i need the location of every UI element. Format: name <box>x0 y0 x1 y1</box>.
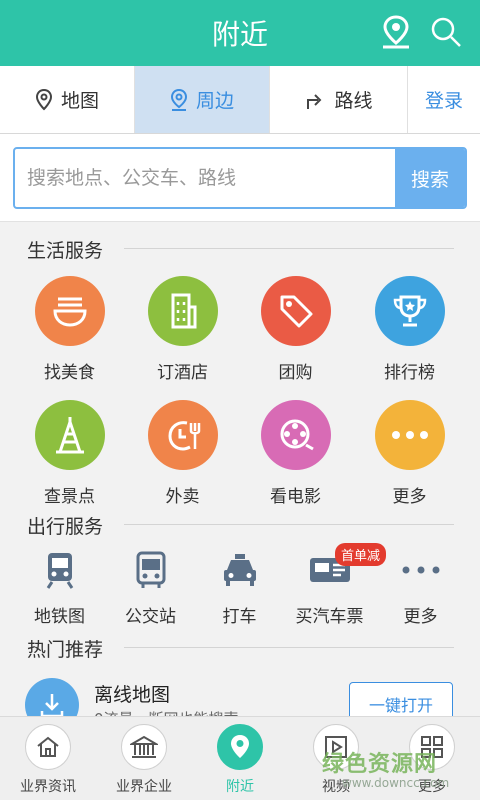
more-dots-icon <box>399 548 443 592</box>
watermark: 绿色资源网 www.downcc.com <box>322 746 472 796</box>
service-groupbuy[interactable]: 团购 <box>239 276 352 383</box>
travel-label: 买汽车票 <box>295 607 364 627</box>
takeout-fork-icon <box>147 400 218 470</box>
subway-icon <box>38 548 82 592</box>
building-icon <box>121 724 167 770</box>
tab-route-label: 路线 <box>334 90 373 112</box>
search-icon[interactable] <box>428 14 464 50</box>
home-icon <box>25 724 71 770</box>
section-divider <box>124 524 454 525</box>
service-label: 查景点 <box>44 487 95 507</box>
tab-nearby-label: 周边 <box>195 90 234 112</box>
travel-more[interactable]: 更多 <box>364 548 477 627</box>
offline-map-item[interactable]: 离线地图 0流量，断网也能搜索 一键打开 <box>0 668 480 720</box>
search-area: 搜索 <box>0 134 480 222</box>
service-movie[interactable]: 看电影 <box>239 400 352 507</box>
app-header: 附近 <box>0 0 480 66</box>
location-pin-icon <box>217 724 263 770</box>
service-scenic[interactable]: 查景点 <box>13 400 126 507</box>
taxi-icon <box>218 548 262 592</box>
service-label: 找美食 <box>44 363 95 383</box>
more-dots-icon <box>374 400 445 470</box>
map-pin-icon <box>35 88 52 110</box>
location-pin-icon[interactable] <box>378 14 414 50</box>
offline-map-title: 离线地图 <box>94 684 171 706</box>
nearby-pin-icon <box>170 88 187 111</box>
nav-label: 业界资讯 <box>20 779 76 795</box>
service-label: 更多 <box>392 487 427 507</box>
life-services-title: 生活服务 <box>27 240 104 262</box>
service-label: 订酒店 <box>157 363 208 383</box>
service-label: 看电影 <box>270 487 321 507</box>
service-label: 排行榜 <box>384 363 435 383</box>
tab-map-label: 地图 <box>60 90 99 112</box>
service-label: 外卖 <box>165 487 200 507</box>
tab-bar: 地图 周边 路线 登录 <box>0 66 480 134</box>
tab-route[interactable]: 路线 <box>270 66 408 133</box>
search-input[interactable] <box>15 149 395 207</box>
section-divider <box>124 248 454 249</box>
bus-icon <box>129 548 173 592</box>
travel-label: 公交站 <box>125 607 176 627</box>
trophy-icon <box>374 276 445 346</box>
service-ranking[interactable]: 排行榜 <box>353 276 466 383</box>
nav-industry-news[interactable]: 业界资讯 <box>0 717 96 800</box>
route-arrow-icon <box>307 93 322 109</box>
travel-label: 地铁图 <box>34 607 85 627</box>
nav-nearby[interactable]: 附近 <box>192 717 288 800</box>
download-map-icon <box>25 678 79 720</box>
service-more[interactable]: 更多 <box>353 400 466 507</box>
page-title: 附近 <box>211 18 268 51</box>
tower-icon <box>34 400 105 470</box>
travel-label: 打车 <box>222 607 257 627</box>
search-box: 搜索 <box>13 147 467 209</box>
service-label: 团购 <box>278 363 313 383</box>
travel-services-title: 出行服务 <box>27 516 104 538</box>
service-food[interactable]: 找美食 <box>13 276 126 383</box>
service-takeout[interactable]: 外卖 <box>126 400 239 507</box>
service-hotel[interactable]: 订酒店 <box>126 276 239 383</box>
travel-label: 更多 <box>403 607 438 627</box>
nav-label: 业界企业 <box>116 779 172 795</box>
watermark-url: www.downcc.com <box>342 776 450 790</box>
hotel-building-icon <box>147 276 218 346</box>
nav-label: 附近 <box>226 779 254 795</box>
hot-recommend-title: 热门推荐 <box>27 639 104 661</box>
search-button[interactable]: 搜索 <box>395 149 465 207</box>
tab-nearby[interactable]: 周边 <box>135 66 270 133</box>
tag-icon <box>260 276 331 346</box>
film-reel-icon <box>260 400 331 470</box>
open-offline-map-button[interactable]: 一键打开 <box>349 682 453 720</box>
section-divider <box>124 647 454 648</box>
nav-industry-companies[interactable]: 业界企业 <box>96 717 192 800</box>
watermark-text: 绿色资源网 <box>322 752 438 777</box>
tab-map[interactable]: 地图 <box>0 66 135 133</box>
noodle-bowl-icon <box>34 276 105 346</box>
login-link[interactable]: 登录 <box>408 66 480 133</box>
